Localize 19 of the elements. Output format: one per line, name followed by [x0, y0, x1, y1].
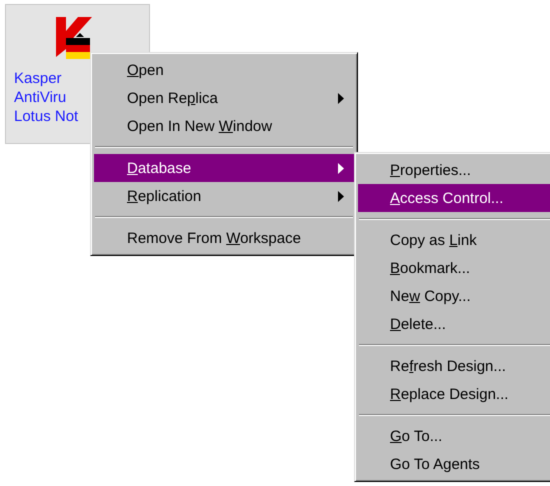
icon-label: AntiViru: [14, 88, 66, 107]
submenu-arrow-icon: [338, 162, 344, 174]
menu-item[interactable]: Remove From Workspace: [94, 224, 354, 252]
menu-item[interactable]: Bookmark...: [358, 254, 550, 282]
menu-item[interactable]: New Copy...: [358, 282, 550, 310]
submenu-arrow-icon: [338, 190, 344, 202]
icon-label: Lotus Not: [14, 107, 78, 126]
menu-item[interactable]: Properties...: [358, 156, 550, 184]
menu-item[interactable]: Copy as Link: [358, 226, 550, 254]
menu-item[interactable]: Database: [94, 154, 354, 182]
menu-item[interactable]: Replication: [94, 182, 354, 210]
menu-item[interactable]: Go To...: [358, 422, 550, 450]
menu-item[interactable]: Go To Agents: [358, 450, 550, 478]
menu-item[interactable]: Access Control...: [358, 184, 550, 212]
submenu-arrow-icon: [338, 92, 344, 104]
menu-item[interactable]: Delete...: [358, 310, 550, 338]
menu-item[interactable]: Replace Design...: [358, 380, 550, 408]
icon-label: Kasper: [14, 69, 62, 88]
menu-item[interactable]: Refresh Design...: [358, 352, 550, 380]
